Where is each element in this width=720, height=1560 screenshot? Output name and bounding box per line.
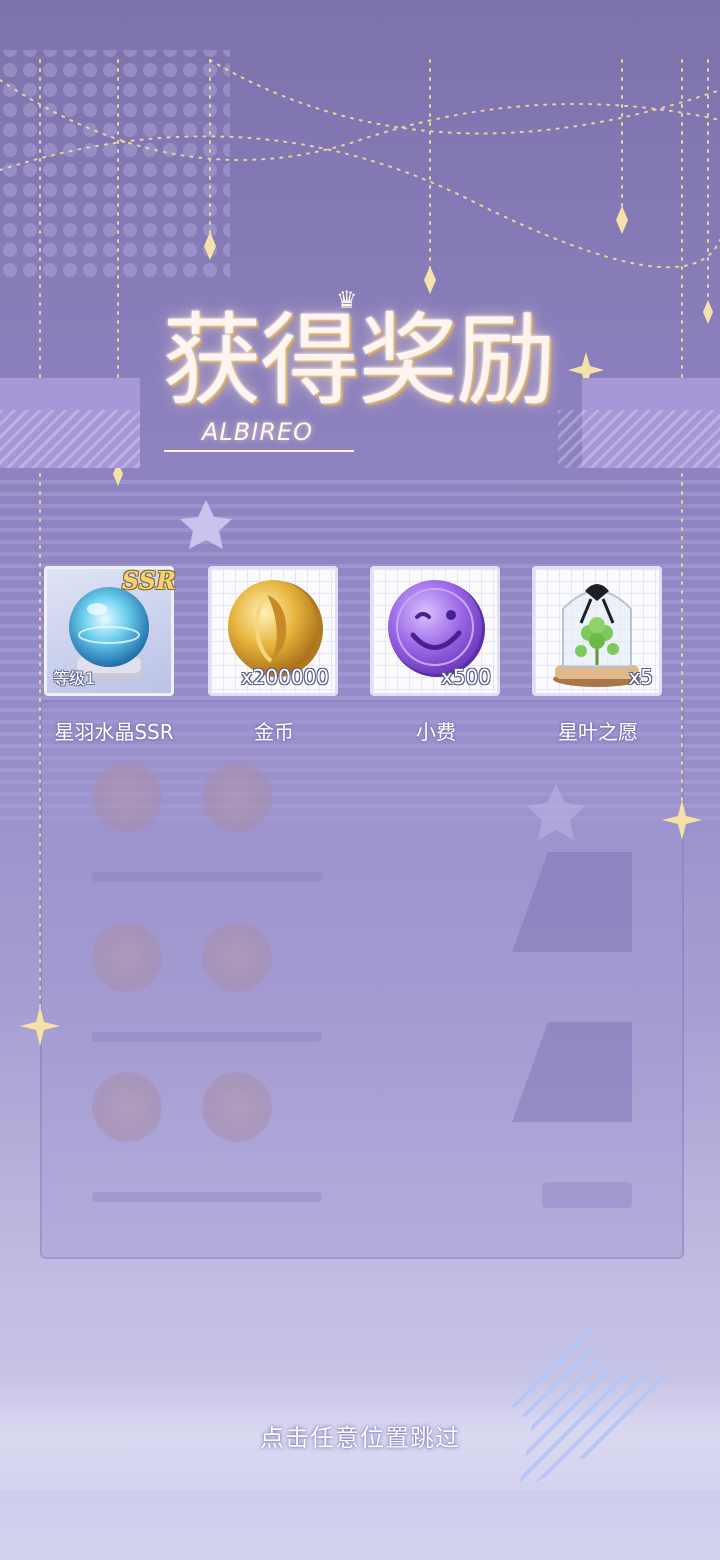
reward-card-frame: x500: [370, 566, 500, 696]
decoration-layer: [0, 50, 720, 1492]
left-ribbon-hatch: [0, 410, 140, 468]
diamond-charm-icon: [703, 300, 713, 324]
reward-card-crystal[interactable]: 等级1 SSR: [44, 566, 176, 702]
level-label: 等级1: [53, 669, 96, 688]
reward-card-clover[interactable]: x5: [532, 566, 662, 702]
garland-string: [209, 59, 720, 135]
reward-card-tip[interactable]: x500: [370, 566, 500, 702]
reward-quantity: x500: [440, 665, 491, 689]
title-underline: [164, 450, 354, 452]
sparkle-icon: [662, 800, 702, 840]
star-icon: [180, 500, 232, 549]
title-subtitle: ALBIREO: [202, 418, 314, 446]
skip-hint[interactable]: 点击任意位置跳过: [0, 1418, 720, 1453]
reward-card-gold-coin[interactable]: x200000: [208, 566, 338, 702]
reward-title: ♛ 获得奖励 ALBIREO: [150, 280, 580, 470]
dot-pattern: [0, 50, 230, 280]
reward-quantity: x5: [628, 665, 653, 689]
sparkle-icon: [20, 1006, 60, 1046]
reward-card-frame: x200000: [208, 566, 338, 696]
rarity-badge: SSR: [121, 566, 176, 595]
diamond-charm-icon: [616, 206, 628, 234]
right-ribbon-hatch: [558, 410, 720, 468]
reward-card-frame: x5: [532, 566, 662, 696]
reward-name: 星叶之愿: [558, 720, 638, 744]
title-text: 获得奖励: [162, 302, 556, 419]
hatched-star-icon: [482, 1310, 678, 1492]
star-icon: [527, 784, 585, 840]
reward-quantity: x200000: [240, 665, 329, 689]
